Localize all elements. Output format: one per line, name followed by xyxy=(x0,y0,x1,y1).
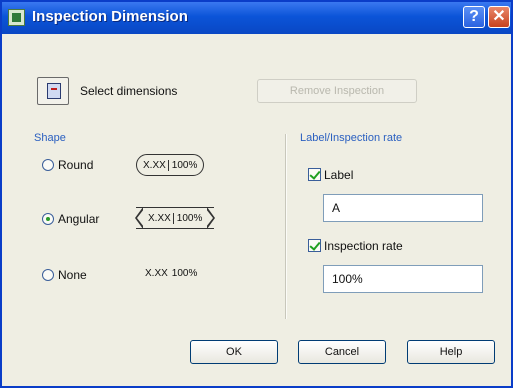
inspection-rate-checkbox[interactable] xyxy=(308,239,321,252)
app-icon xyxy=(8,9,25,26)
close-icon[interactable]: ✕ xyxy=(488,6,510,28)
none-label[interactable]: None xyxy=(58,268,87,282)
round-shape-preview: X.XX 100% xyxy=(136,154,205,176)
round-radio[interactable] xyxy=(42,159,54,171)
inspection-rate-field[interactable] xyxy=(323,265,483,293)
label-field[interactable] xyxy=(323,194,483,222)
none-radio[interactable] xyxy=(42,269,54,281)
ok-button[interactable]: OK xyxy=(190,340,278,364)
help-button[interactable]: Help xyxy=(407,340,495,364)
inspection-dimension-dialog: Inspection Dimension ? ✕ Select dimensio… xyxy=(0,0,513,388)
angular-label[interactable]: Angular xyxy=(58,212,99,226)
round-preview-rate: 100% xyxy=(167,159,200,171)
select-dimensions-label: Select dimensions xyxy=(80,84,178,98)
title-bar[interactable]: Inspection Dimension ? ✕ xyxy=(2,2,511,34)
remove-inspection-button[interactable]: Remove Inspection xyxy=(257,79,417,103)
label-checkbox[interactable] xyxy=(308,168,321,181)
inspection-rate-checkbox-label[interactable]: Inspection rate xyxy=(324,239,403,253)
label-checkbox-label[interactable]: Label xyxy=(324,168,353,182)
select-dimensions-button[interactable] xyxy=(37,77,69,105)
angular-shape-preview: X.XX 100% xyxy=(135,207,216,229)
angular-right-point xyxy=(206,207,216,229)
round-label[interactable]: Round xyxy=(58,158,93,172)
none-preview-rate: 100% xyxy=(171,268,198,279)
none-preview-text: X.XX xyxy=(145,268,168,279)
none-shape-preview: X.XX 100% xyxy=(143,268,199,279)
angular-preview-text: X.XX xyxy=(148,212,171,224)
angular-left-point xyxy=(135,207,144,229)
round-preview-text: X.XX xyxy=(143,159,166,171)
dialog-title: Inspection Dimension xyxy=(32,8,188,25)
label-group-title: Label/Inspection rate xyxy=(300,132,403,144)
group-divider xyxy=(285,134,287,319)
shape-group-title: Shape xyxy=(34,132,66,144)
help-icon[interactable]: ? xyxy=(463,6,485,28)
select-dimensions-icon xyxy=(47,83,61,99)
angular-radio[interactable] xyxy=(42,213,54,225)
angular-preview-rate: 100% xyxy=(172,212,205,224)
cancel-button[interactable]: Cancel xyxy=(298,340,386,364)
